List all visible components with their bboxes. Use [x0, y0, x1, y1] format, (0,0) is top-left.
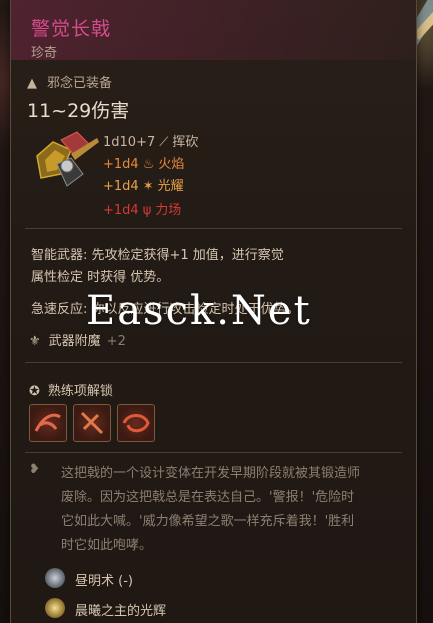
damage-line-fire: +1d4 ♨ 火焰	[103, 153, 184, 172]
damage-dice: +1d4	[103, 157, 139, 172]
proficiency-action-3[interactable]	[117, 404, 155, 442]
enchantment-icon: ⚜	[29, 334, 41, 349]
fire-icon: ♨	[142, 157, 155, 172]
damage-dice: 1d10+7	[103, 135, 156, 150]
divider	[25, 228, 402, 229]
lore-line: 时它如此咆哮。	[61, 538, 153, 553]
feather-icon: ❥	[29, 462, 40, 477]
damage-type: 力场	[155, 203, 182, 218]
damage-dice: +1d4	[103, 179, 139, 194]
proficiency-label: 熟练项解锁	[47, 384, 113, 399]
damage-type: 挥砍	[172, 135, 199, 150]
damage-line-radiant: +1d4 ✶ 光耀	[103, 175, 184, 194]
dawnmaster-icon[interactable]	[45, 598, 65, 618]
spell-dawnmaster[interactable]: 晨曦之主的光辉	[75, 600, 166, 619]
daylight-icon[interactable]	[45, 568, 65, 588]
lacerate-icon	[80, 411, 104, 435]
watermark: Easck.Net	[86, 288, 312, 334]
proficiency-action-2[interactable]	[73, 404, 111, 442]
radiant-icon: ✶	[142, 179, 154, 194]
cleave-icon	[34, 413, 61, 432]
lore-line: 它如此大喊。'威力像希望之歌一样充斥着我！'胜利	[61, 514, 355, 529]
sweep-icon	[122, 414, 150, 433]
equip-status: 邪念已装备	[47, 76, 113, 91]
enchantment-label: 武器附魔	[48, 334, 101, 349]
proficiency-action-1[interactable]	[29, 404, 67, 442]
equip-status-row: ▲ 邪念已装备	[27, 72, 112, 91]
damage-total: 11~29伤害	[27, 100, 130, 122]
proficiency-row: ✪ 熟练项解锁	[29, 380, 113, 399]
lightbulb-icon: ✪	[29, 384, 40, 399]
force-icon: ψ	[142, 203, 152, 218]
divider	[25, 452, 402, 453]
damage-dice: +1d4	[103, 203, 139, 218]
damage-type: 光耀	[157, 179, 184, 194]
enchantment-bonus: +2	[106, 334, 126, 349]
passive-smart-weapon: 智能武器: 先攻检定获得+1 加值，进行察觉	[31, 248, 284, 263]
lore-line: 这把戟的一个设计变体在开发早期阶段就被其锻造师	[61, 466, 361, 481]
passive-smart-weapon-cont: 属性检定 时获得 优势。	[31, 270, 170, 285]
item-name: 警觉长戟	[31, 18, 112, 40]
lore-line: 废除。因为这把戟总是在表达自己。'警报！'危险时	[61, 490, 355, 505]
warning-icon: ▲	[27, 76, 37, 91]
damage-line-base: 1d10+7 ⟋ 挥砍	[103, 131, 198, 150]
slash-icon: ⟋	[159, 135, 169, 150]
damage-type: 火焰	[158, 157, 185, 172]
weapon-icon[interactable]	[31, 130, 103, 192]
damage-line-force: +1d4 ψ 力场	[103, 199, 181, 218]
divider	[25, 362, 402, 363]
item-rarity: 珍奇	[31, 46, 58, 61]
spell-daylight[interactable]: 昼明术 (-)	[75, 570, 133, 589]
